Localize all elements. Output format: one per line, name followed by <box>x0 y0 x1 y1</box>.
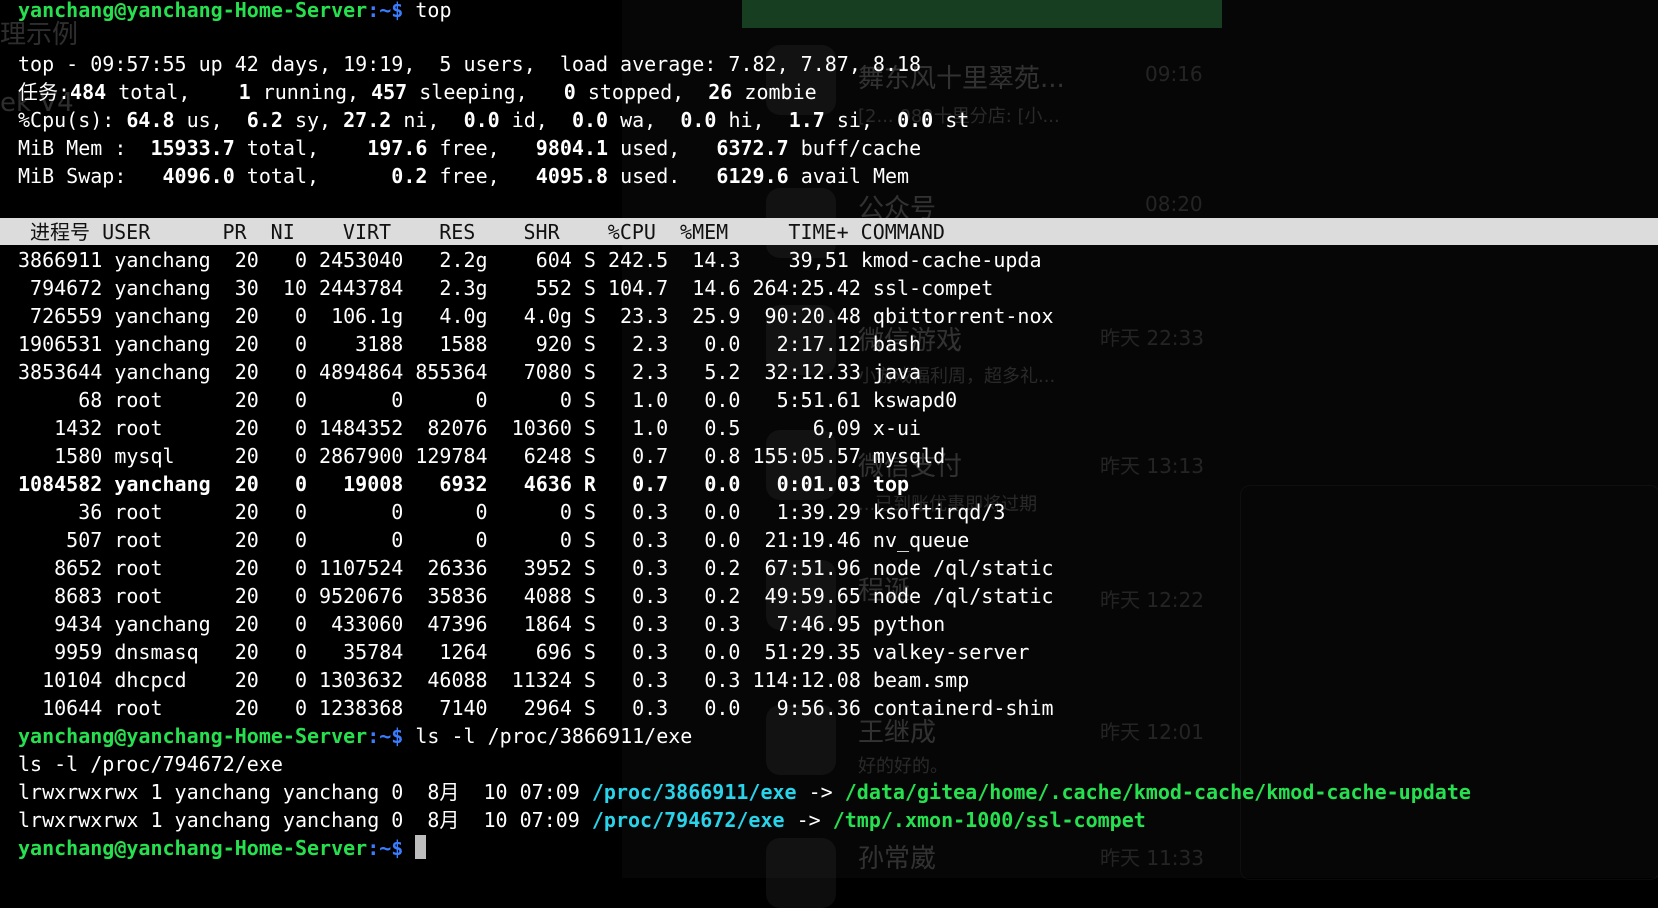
prompt-path: :~$ <box>367 724 404 748</box>
echoed-command: ls -l /proc/794672/exe <box>18 752 283 776</box>
process-table-header: 进程号 USER PR NI VIRT RES SHR %CPU %MEM TI… <box>0 218 1658 245</box>
table-row: 3853644 yanchang 20 0 4894864 855364 708… <box>18 360 922 384</box>
table-row: 8683 root 20 0 9520676 35836 4088 S 0.3 … <box>18 584 1054 608</box>
process-header-text: 进程号 USER PR NI VIRT RES SHR %CPU %MEM TI… <box>18 220 945 244</box>
prompt-path: :~$ <box>367 836 404 860</box>
table-row: 68 root 20 0 0 0 0 S 1.0 0.0 5:51.61 ksw… <box>18 388 958 412</box>
table-row: 10644 root 20 0 1238368 7140 2964 S 0.3 … <box>18 696 1054 720</box>
table-row: 36 root 20 0 0 0 0 S 0.3 0.0 1:39.29 kso… <box>18 500 1006 524</box>
ls-output-line: lrwxrwxrwx 1 yanchang yanchang 0 8月 10 0… <box>18 780 1471 804</box>
table-row: 9959 dnsmasq 20 0 35784 1264 696 S 0.3 0… <box>18 640 1030 664</box>
table-row: 9434 yanchang 20 0 433060 47396 1864 S 0… <box>18 612 946 636</box>
table-row: 3866911 yanchang 20 0 2453040 2.2g 604 S… <box>18 248 1042 272</box>
ls-output-line: lrwxrwxrwx 1 yanchang yanchang 0 8月 10 0… <box>18 808 1146 832</box>
table-row: 1432 root 20 0 1484352 82076 10360 S 1.0… <box>18 416 922 440</box>
shell-prompt-line[interactable]: yanchang@yanchang-Home-Server:~$ <box>18 834 427 862</box>
top-tasks-line: 任务:484 total, 1 running, 457 sleeping, 0… <box>18 80 817 104</box>
prompt-user-host: yanchang@yanchang-Home-Server <box>18 0 368 22</box>
table-row-highlighted: 1084582 yanchang 20 0 19008 6932 4636 R … <box>18 472 910 496</box>
prompt-user-host: yanchang@yanchang-Home-Server <box>18 724 368 748</box>
table-row: 794672 yanchang 30 10 2443784 2.3g 552 S… <box>18 276 994 300</box>
table-row: 1906531 yanchang 20 0 3188 1588 920 S 2.… <box>18 332 922 356</box>
top-uptime-line: top - 09:57:55 up 42 days, 19:19, 5 user… <box>18 52 922 76</box>
symlink-target: /tmp/.xmon-1000/ssl-compet <box>832 808 1146 832</box>
table-row: 726559 yanchang 20 0 106.1g 4.0g 4.0g S … <box>18 304 1054 328</box>
terminal-window[interactable]: yanchang@yanchang-Home-Server:~$ top top… <box>0 0 1658 878</box>
table-row: 507 root 20 0 0 0 0 S 0.3 0.0 21:19.46 n… <box>18 528 970 552</box>
top-mem-line: MiB Mem : 15933.7 total, 197.6 free, 980… <box>18 136 922 160</box>
command-text: top <box>415 0 452 22</box>
table-row: 1580 mysql 20 0 2867900 129784 6248 S 0.… <box>18 444 946 468</box>
prompt-user-host: yanchang@yanchang-Home-Server <box>18 836 368 860</box>
prompt-path: :~$ <box>367 0 404 22</box>
command-text: ls -l /proc/3866911/exe <box>415 724 693 748</box>
table-row: 8652 root 20 0 1107524 26336 3952 S 0.3 … <box>18 556 1054 580</box>
top-swap-line: MiB Swap: 4096.0 total, 0.2 free, 4095.8… <box>18 164 910 188</box>
shell-prompt-line: yanchang@yanchang-Home-Server:~$ ls -l /… <box>18 722 692 750</box>
symlink-path: /proc/3866911/exe <box>591 780 797 804</box>
top-cpu-line: %Cpu(s): 64.8 us, 6.2 sy, 27.2 ni, 0.0 i… <box>18 108 970 132</box>
symlink-path: /proc/794672/exe <box>591 808 785 832</box>
text-cursor <box>415 835 427 859</box>
shell-prompt-line: yanchang@yanchang-Home-Server:~$ top <box>18 0 452 24</box>
symlink-target: /data/gitea/home/.cache/kmod-cache/kmod-… <box>844 780 1471 804</box>
table-row: 10104 dhcpcd 20 0 1303632 46088 11324 S … <box>18 668 970 692</box>
